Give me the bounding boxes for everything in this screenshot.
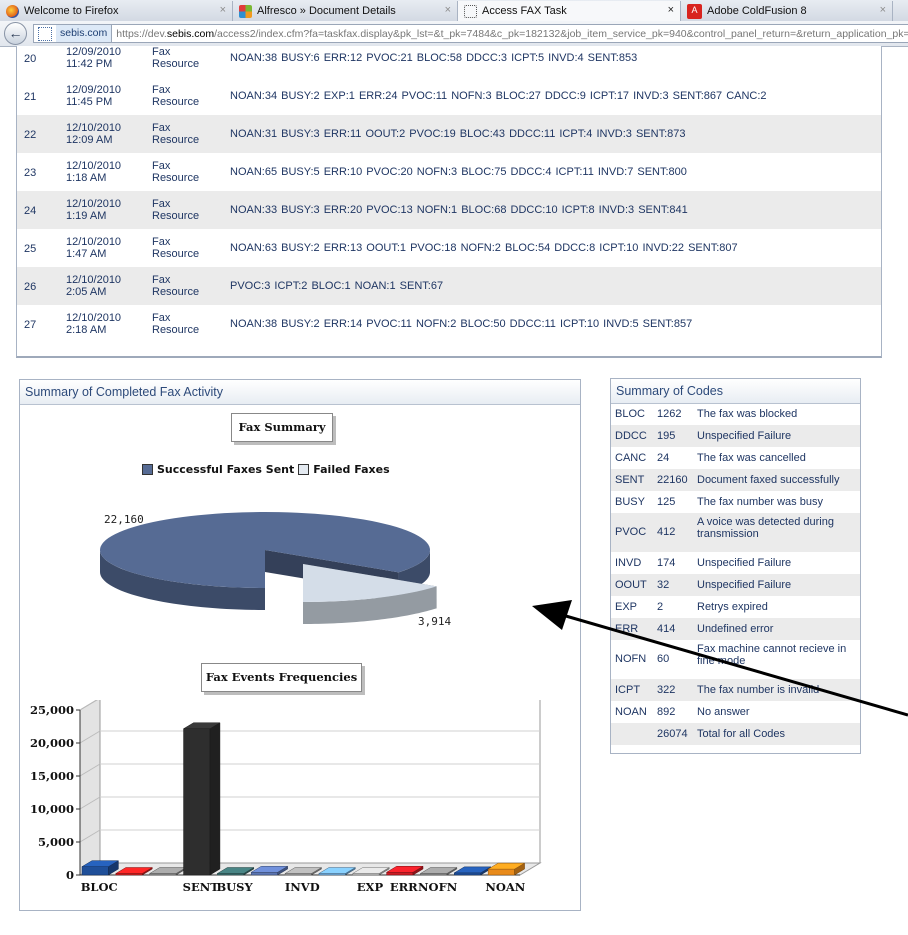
site-identity-icon[interactable]: [38, 26, 52, 41]
close-tab-icon[interactable]: ×: [668, 4, 674, 16]
x-tick-label: SENT: [183, 880, 220, 894]
code-row: SENT 22160 Document faxed successfully: [611, 469, 860, 491]
navigation-bar: ← sebis.com https://dev.sebis.com/access…: [0, 21, 908, 47]
fax-results-table: 20 12/09/2010 11:42 PM Fax Resource NOAN:3…: [16, 46, 882, 358]
x-tick-label: INVD: [285, 880, 320, 894]
x-tick-label: ERR: [390, 880, 418, 894]
table-row: 21 12/09/2010 11:45 PM Fax Resource NOAN:3…: [24, 84, 767, 108]
firefox-icon: [6, 4, 19, 18]
pie-chart-title: Fax Summary: [231, 413, 333, 442]
y-tick-label: 5,000: [38, 835, 74, 849]
x-tick-label: NOFN: [418, 880, 458, 894]
table-row: 25 12/10/2010 1:47 AM Fax Resource NOAN:63…: [24, 236, 738, 260]
table-row: 27 12/10/2010 2:18 AM Fax Resource NOAN:38…: [24, 312, 693, 336]
bar-chart-title: Fax Events Frequencies: [201, 663, 362, 692]
x-tick-label: BLOC: [81, 880, 118, 894]
tab-access-fax-task[interactable]: Access FAX Task ×: [458, 1, 681, 21]
url-bar[interactable]: sebis.com https://dev.sebis.com/access2/…: [33, 24, 908, 43]
y-tick-label: 0: [66, 868, 74, 882]
code-row-total: 26074 Total for all Codes: [611, 723, 860, 745]
fax-summary-pie-chart: [99, 512, 437, 624]
site-identity-domain[interactable]: sebis.com: [56, 25, 113, 42]
pie-slice-label: 3,914: [418, 615, 452, 628]
table-row: 24 12/10/2010 1:19 AM Fax Resource NOAN:33…: [17, 191, 881, 229]
x-tick-label: NOAN: [485, 880, 525, 894]
legend-label: Successful Faxes Sent: [157, 463, 295, 476]
tab-adobe-coldfusion[interactable]: A Adobe ColdFusion 8 ×: [681, 1, 893, 21]
alfresco-icon: [239, 4, 252, 18]
annotation-arrow: [532, 600, 908, 717]
close-tab-icon[interactable]: ×: [445, 4, 451, 16]
back-button[interactable]: ←: [4, 22, 27, 45]
chart-back-wall: [99, 700, 541, 864]
pie-slice-label: 22,160: [104, 513, 144, 526]
browser-tab-strip: Welcome to Firefox × Alfresco » Document…: [0, 0, 908, 22]
code-row: DDCC 195 Unspecified Failure: [611, 425, 860, 447]
tab-welcome-firefox[interactable]: Welcome to Firefox ×: [0, 1, 233, 21]
bar-sent: [182, 722, 221, 876]
y-tick-label: 10,000: [30, 802, 74, 816]
code-row: CANC 24 The fax was cancelled: [615, 452, 806, 464]
table-row: 22 12/10/2010 12:09 AM Fax Resource NOAN:3…: [17, 115, 881, 153]
y-tick-label: 25,000: [30, 703, 74, 717]
close-tab-icon[interactable]: ×: [220, 4, 226, 16]
code-row: BLOC 1262 The fax was blocked: [615, 408, 798, 420]
code-row: OOUT 32 Unspecified Failure: [611, 574, 860, 596]
adobe-icon: A: [687, 3, 702, 19]
legend-label: Failed Faxes: [313, 463, 390, 476]
x-tick-label: BUSY: [216, 880, 253, 894]
close-tab-icon[interactable]: ×: [880, 4, 886, 16]
table-row: 26 12/10/2010 2:05 AM Fax Resource PVOC:3 …: [17, 267, 881, 305]
blank-page-icon: [464, 4, 477, 18]
table-row: 23 12/10/2010 1:18 AM Fax Resource NOAN:65…: [24, 160, 687, 184]
fax-events-bar-chart: 0 5,000 10,000 15,000 20,000 25,000 BLOC SENTBU…: [30, 700, 542, 894]
code-row: INVD 174 Unspecified Failure: [615, 557, 792, 569]
x-tick-label: EXP: [357, 880, 384, 894]
code-row: PVOC 412 A voice was detected during trans…: [611, 513, 860, 552]
panel-title: Summary of Completed Fax Activity: [20, 380, 580, 405]
panel-title: Summary of Codes: [611, 379, 860, 404]
legend-swatch: [142, 464, 153, 475]
y-tick-label: 15,000: [30, 769, 74, 783]
legend-swatch: [298, 464, 310, 475]
chart-side-wall: [79, 700, 101, 876]
pie-chart-legend: Successful Faxes Sent Failed Faxes: [142, 463, 390, 476]
code-row: BUSY 125 The fax number was busy: [615, 496, 823, 508]
table-row: 20 12/09/2010 11:42 PM Fax Resource NOAN:3…: [24, 46, 638, 70]
y-tick-label: 20,000: [30, 736, 74, 750]
back-arrow-icon: ←: [8, 25, 23, 41]
tab-alfresco[interactable]: Alfresco » Document Details ×: [233, 1, 458, 21]
url-text[interactable]: https://dev.sebis.com/access2/index.cfm?…: [116, 28, 908, 40]
